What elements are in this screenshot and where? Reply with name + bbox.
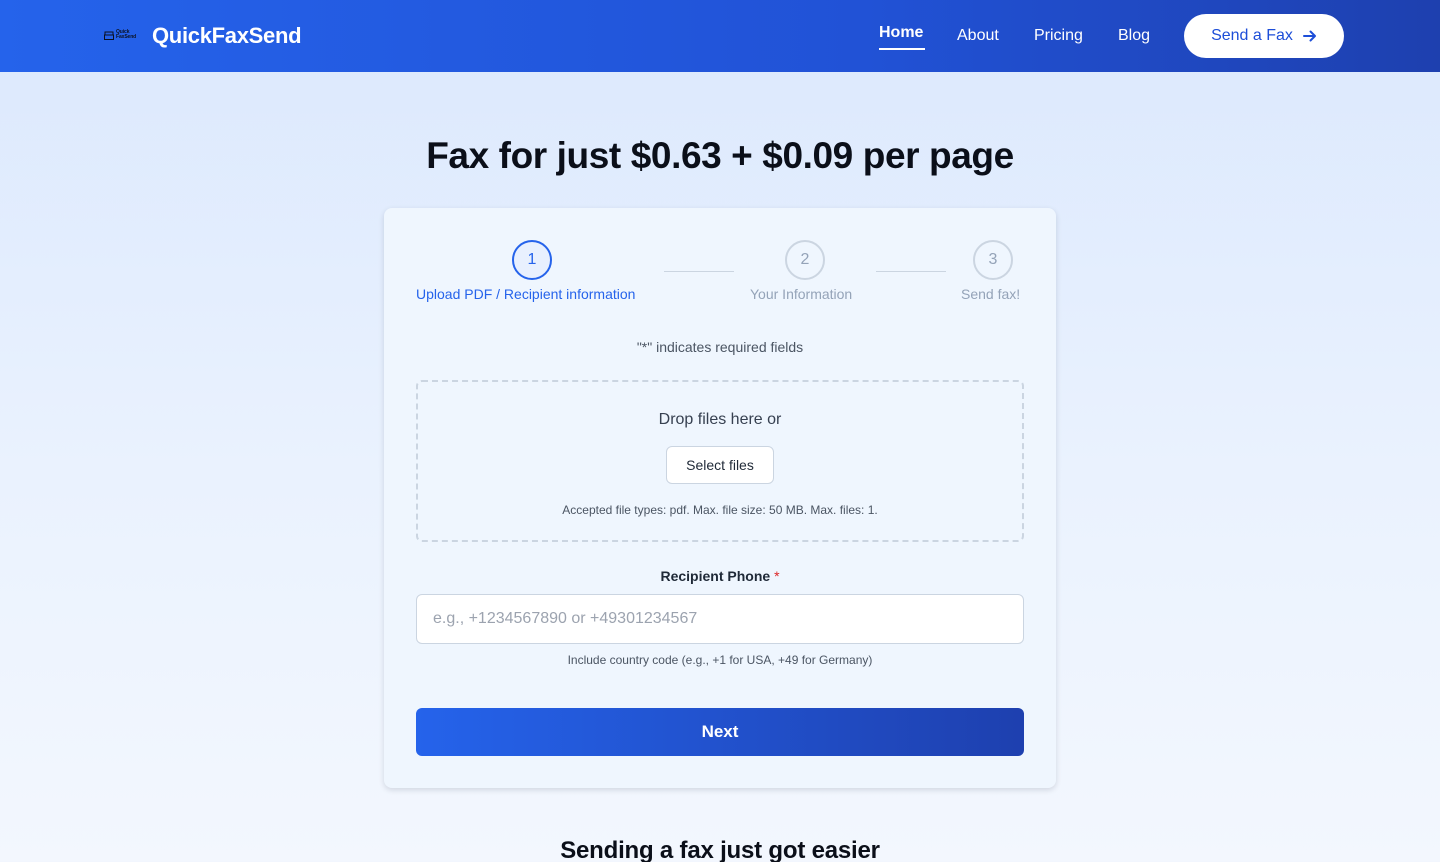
recipient-phone-label: Recipient Phone *: [384, 567, 1056, 585]
nav-about[interactable]: About: [957, 25, 999, 47]
file-dropzone[interactable]: Drop files here or Select files Accepted…: [416, 380, 1024, 542]
step-connector-2: [876, 271, 946, 272]
fax-form-card: 1 Upload PDF / Recipient information 2 Y…: [384, 208, 1056, 788]
step-2-label: Your Information: [750, 286, 853, 302]
step-2-indicator: 2: [785, 240, 825, 280]
required-fields-note: "*" indicates required fields: [636, 339, 804, 355]
send-fax-button[interactable]: Send a Fax: [1184, 14, 1344, 58]
logo-text-bottom: FaxSend: [116, 34, 137, 40]
next-button[interactable]: Next: [416, 708, 1024, 756]
section-title: Sending a fax just got easier: [560, 837, 880, 862]
recipient-phone-label-text: Recipient Phone: [660, 568, 771, 584]
step-connector-1: [664, 271, 734, 272]
nav-home[interactable]: Home: [879, 22, 923, 44]
recipient-phone-input[interactable]: [416, 594, 1024, 644]
send-fax-label: Send a Fax: [1211, 27, 1293, 44]
nav-pricing[interactable]: Pricing: [1034, 25, 1083, 47]
brand-name[interactable]: QuickFaxSend: [152, 22, 302, 50]
accepted-file-types-note: Accepted file types: pdf. Max. file size…: [562, 503, 878, 517]
step-3-label: Send fax!: [961, 286, 1021, 302]
nav-active-indicator: [879, 48, 925, 50]
page-title: Fax for just $0.63 + $0.09 per page: [426, 135, 1014, 176]
logo[interactable]: Quick FaxSend: [104, 27, 140, 45]
required-asterisk: *: [774, 568, 780, 584]
phone-hint: Include country code (e.g., +1 for USA, …: [567, 653, 873, 667]
site-header: Quick FaxSend QuickFaxSend Home About Pr…: [0, 0, 1440, 72]
select-files-button[interactable]: Select files: [666, 446, 774, 484]
drop-files-text: Drop files here or: [658, 411, 782, 428]
step-1-indicator: 1: [512, 240, 552, 280]
fax-logo-icon: [104, 31, 114, 40]
nav-blog[interactable]: Blog: [1118, 25, 1150, 47]
step-1-label: Upload PDF / Recipient information: [416, 286, 636, 302]
arrow-right-icon: [1302, 30, 1316, 42]
step-3-indicator: 3: [973, 240, 1013, 280]
